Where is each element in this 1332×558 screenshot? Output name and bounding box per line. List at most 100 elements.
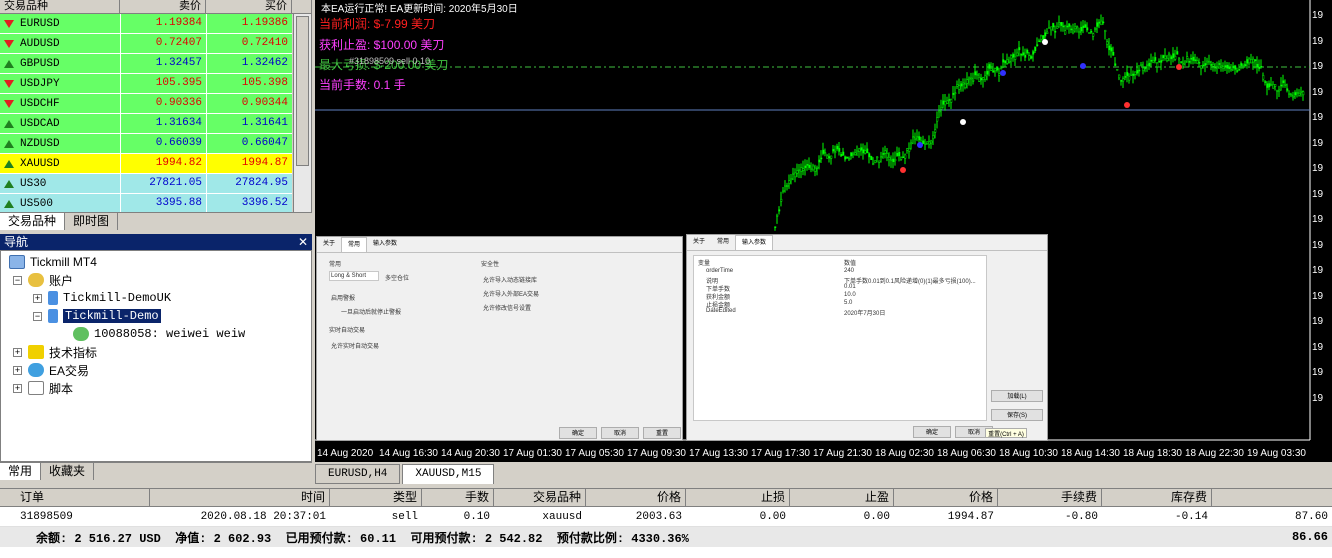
- user-icon: [73, 327, 89, 341]
- input-value[interactable]: 5.0: [844, 300, 852, 306]
- candle-body: [776, 214, 779, 217]
- tree-server-uk[interactable]: + Tickmill-DemoUK: [33, 289, 171, 307]
- collapse-icon[interactable]: −: [13, 275, 22, 285]
- col-lots[interactable]: 手数: [422, 489, 494, 506]
- input-value[interactable]: 240: [844, 268, 854, 274]
- market-watch-row[interactable]: USDJPY 105.395 105.398: [0, 74, 292, 94]
- market-watch-row[interactable]: EURUSD 1.19384 1.19386: [0, 14, 292, 34]
- tab-tick-chart[interactable]: 即时图: [65, 213, 119, 230]
- col-cur-price[interactable]: 价格: [894, 489, 998, 506]
- dll-checkbox[interactable]: 允许导入动态链接库: [483, 275, 537, 284]
- bid-cell: 0.66039: [120, 134, 206, 153]
- col-ticket[interactable]: 订单: [0, 489, 150, 506]
- candle-body: [788, 180, 791, 184]
- candle-body: [894, 159, 897, 162]
- cancel-button[interactable]: 取消: [601, 427, 639, 439]
- expand-icon[interactable]: +: [13, 365, 22, 375]
- col-swap[interactable]: 库存费: [1102, 489, 1212, 506]
- candle-body: [1084, 24, 1087, 28]
- tab-about[interactable]: 关于: [317, 237, 341, 252]
- market-watch-row[interactable]: US500 3395.88 3396.52: [0, 194, 292, 214]
- tree-account-label: 10088058: weiwei weiw: [94, 327, 246, 341]
- col-symbol[interactable]: 交易品种: [494, 489, 586, 506]
- col-ask[interactable]: 买价: [206, 0, 292, 13]
- ea-common-dialog: 关于 常用 输入参数 常用 Long & Short 多空仓位 启用警报 一旦启…: [316, 236, 683, 441]
- modify-checkbox[interactable]: 允许修改信号设置: [483, 303, 531, 312]
- candle-body: [1224, 65, 1227, 67]
- alert-checkbox[interactable]: 启用警报: [331, 293, 355, 302]
- candle-body: [1106, 41, 1109, 45]
- tab-symbols[interactable]: 交易品种: [0, 213, 66, 230]
- group-live-label: 实时自动交易: [329, 328, 366, 334]
- market-watch-scrollbar[interactable]: [293, 14, 311, 212]
- candle-body: [950, 98, 953, 103]
- reset-button[interactable]: 重置: [643, 427, 681, 439]
- market-watch-row[interactable]: AUDUSD 0.72407 0.72410: [0, 34, 292, 54]
- candle-body: [1192, 56, 1195, 61]
- order-row[interactable]: 31898509 2020.08.18 20:37:01 sell 0.10 x…: [0, 507, 1332, 527]
- tree-indicators[interactable]: + 技术指标: [13, 343, 97, 361]
- expand-icon[interactable]: +: [33, 293, 42, 303]
- candle-body: [1088, 32, 1091, 34]
- once-checkbox[interactable]: 一旦启动后就停止警报: [341, 307, 401, 316]
- time-label: 17 Aug 17:30: [751, 448, 810, 459]
- import-checkbox[interactable]: 允许导入外部EA交易: [483, 289, 539, 298]
- tree-scripts[interactable]: + 脚本: [13, 379, 73, 397]
- col-type[interactable]: 类型: [330, 489, 422, 506]
- col-symbol[interactable]: 交易品种: [0, 0, 120, 13]
- ok-button[interactable]: 确定: [559, 427, 597, 439]
- input-value[interactable]: 10.0: [844, 292, 856, 298]
- tab-eurusd-h4[interactable]: EURUSD,H4: [315, 464, 401, 484]
- scroll-thumb[interactable]: [296, 16, 309, 166]
- tab-common[interactable]: 常用: [0, 463, 42, 480]
- tab-inputs[interactable]: 输入参数: [735, 235, 774, 250]
- collapse-icon[interactable]: −: [33, 311, 42, 321]
- input-value[interactable]: 下单手数0.01到0.1风险递增(0)(1)最多亏损(100)...: [844, 276, 976, 285]
- col-time[interactable]: 时间: [150, 489, 330, 506]
- col-value: 数值: [844, 261, 857, 267]
- tab-common[interactable]: 常用: [711, 235, 735, 250]
- candle-body: [856, 149, 859, 153]
- market-watch-row[interactable]: USDCHF 0.90336 0.90344: [0, 94, 292, 114]
- tab-common[interactable]: 常用: [341, 237, 368, 252]
- candle-body: [794, 172, 797, 178]
- tab-inputs[interactable]: 输入参数: [367, 237, 403, 252]
- expand-icon[interactable]: +: [13, 347, 22, 357]
- trade-marker: [1176, 64, 1182, 70]
- col-tp[interactable]: 止盈: [790, 489, 894, 506]
- col-bid[interactable]: 卖价: [120, 0, 206, 13]
- input-value[interactable]: 0.01: [844, 284, 856, 290]
- live-checkbox[interactable]: 允许实时自动交易: [331, 341, 379, 350]
- tree-accounts[interactable]: − 账户: [13, 271, 73, 289]
- market-watch-row[interactable]: USDCAD 1.31634 1.31641: [0, 114, 292, 134]
- load-button[interactable]: 加载(L): [991, 390, 1043, 402]
- candle-body: [990, 68, 993, 71]
- tree-account[interactable]: 10088058: weiwei weiw: [73, 325, 245, 343]
- tree-experts[interactable]: + EA交易: [13, 361, 89, 379]
- candle-body: [1266, 83, 1269, 88]
- tab-about[interactable]: 关于: [687, 235, 711, 250]
- col-commission[interactable]: 手续费: [998, 489, 1102, 506]
- col-price[interactable]: 价格: [586, 489, 686, 506]
- market-watch-row[interactable]: XAUUSD 1994.82 1994.87: [0, 154, 292, 174]
- ask-cell: 1994.87: [206, 154, 292, 173]
- close-icon[interactable]: ✕: [298, 234, 308, 250]
- price-label: 19: [1312, 35, 1324, 47]
- price-label: 19: [1312, 214, 1324, 225]
- tab-xauusd-m15[interactable]: XAUUSD,M15: [402, 464, 495, 484]
- candle-body: [900, 157, 903, 160]
- ok-button[interactable]: 确定: [913, 426, 951, 438]
- tree-server-demo[interactable]: − Tickmill-Demo: [33, 307, 161, 325]
- save-button[interactable]: 保存(S): [991, 409, 1043, 421]
- market-watch-row[interactable]: US30 27821.05 27824.95: [0, 174, 292, 194]
- expand-icon[interactable]: +: [13, 383, 22, 393]
- col-sl[interactable]: 止损: [686, 489, 790, 506]
- market-watch-row[interactable]: NZDUSD 0.66039 0.66047: [0, 134, 292, 154]
- tree-root[interactable]: Tickmill MT4: [9, 253, 97, 271]
- tab-favorites[interactable]: 收藏夹: [41, 463, 95, 480]
- price-chart[interactable]: 本EA运行正常! EA更新时间: 2020年5月30日 当前利润: $-7.99…: [315, 0, 1332, 462]
- market-watch-row[interactable]: GBPUSD 1.32457 1.32462: [0, 54, 292, 74]
- candle-body: [1010, 55, 1013, 59]
- input-value[interactable]: 2020年7月30日: [844, 308, 885, 317]
- candle-body: [1126, 72, 1129, 76]
